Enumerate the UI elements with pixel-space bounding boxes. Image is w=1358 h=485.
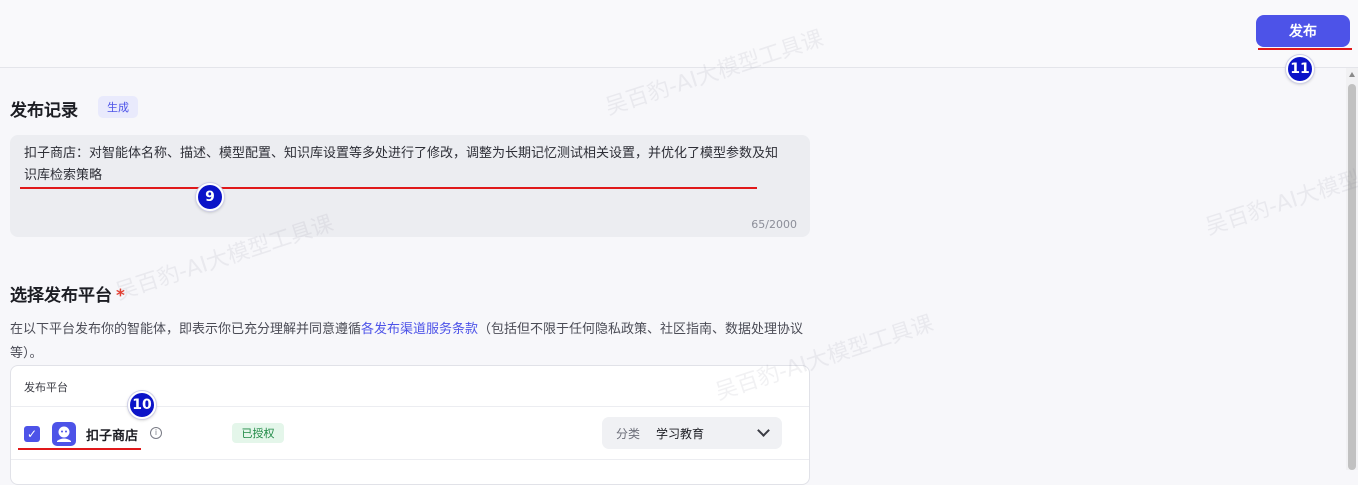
platform-section-title-text: 选择发布平台 xyxy=(10,286,112,306)
kouzi-store-app-icon xyxy=(52,422,76,446)
annotation-underline-record xyxy=(20,187,757,189)
platform-checkbox-kouzi-store[interactable]: ✓ xyxy=(24,426,40,442)
annotation-underline-platform xyxy=(18,448,141,450)
generate-tag-button[interactable]: 生成 xyxy=(98,96,138,118)
annotation-badge-9: 9 xyxy=(196,183,224,211)
watermark: 吴百豹-AI大模型工具课 xyxy=(1202,146,1358,241)
agreement-prefix: 在以下平台发布你的智能体，即表示你已充分理解并同意遵循 xyxy=(10,322,362,337)
required-mark: * xyxy=(116,286,125,306)
annotation-badge-10: 10 xyxy=(128,391,156,419)
scroll-up-arrow-icon[interactable] xyxy=(1349,72,1355,77)
platform-table: 发布平台 ✓ 扣子商店 i 已授权 分类 学习教育 xyxy=(10,365,810,485)
divider xyxy=(11,459,809,460)
chevron-down-icon xyxy=(757,424,770,437)
category-label: 分类 xyxy=(616,427,641,441)
platform-table-header: 发布平台 xyxy=(24,381,68,394)
publish-record-textarea[interactable]: 扣子商店：对智能体名称、描述、模型配置、知识库设置等多处进行了修改，调整为长期记… xyxy=(10,135,810,237)
info-icon[interactable]: i xyxy=(150,427,162,439)
agreement-text: 在以下平台发布你的智能体，即表示你已充分理解并同意遵循各发布渠道服务条款（包括但… xyxy=(10,318,812,366)
annotation-underline-publish xyxy=(1258,48,1352,50)
char-count: 65/2000 xyxy=(751,218,797,231)
scrollbar-thumb[interactable] xyxy=(1348,84,1356,470)
platform-name: 扣子商店 xyxy=(86,429,139,444)
annotation-badge-11: 11 xyxy=(1286,55,1314,83)
authorized-status-badge: 已授权 xyxy=(232,423,284,443)
service-terms-link[interactable]: 各发布渠道服务条款 xyxy=(361,322,478,337)
top-toolbar: 发布 xyxy=(0,0,1358,68)
publish-button[interactable]: 发布 xyxy=(1256,15,1350,47)
category-value: 学习教育 xyxy=(656,427,705,441)
category-select[interactable]: 分类 学习教育 xyxy=(602,417,782,449)
platform-section-title: 选择发布平台 * xyxy=(10,281,125,306)
publish-record-text[interactable]: 扣子商店：对智能体名称、描述、模型配置、知识库设置等多处进行了修改，调整为长期记… xyxy=(24,143,784,187)
publish-record-title: 发布记录 xyxy=(10,101,78,121)
